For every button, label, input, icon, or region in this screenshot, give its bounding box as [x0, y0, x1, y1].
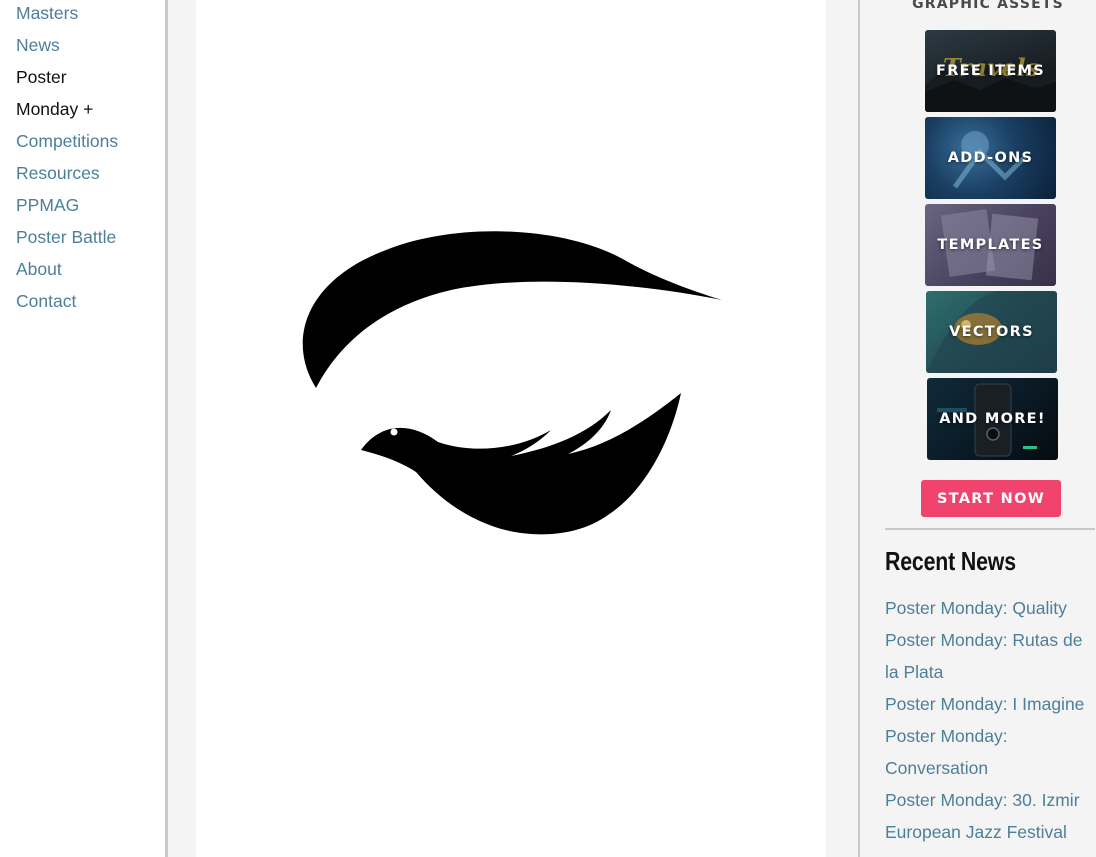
news-item[interactable]: Poster Monday: Quality — [885, 592, 1095, 624]
nav-link-ppmag[interactable]: PPMAG — [16, 195, 79, 215]
nav-link-poster[interactable]: Poster — [16, 67, 67, 87]
and-more-label: AND MORE! — [939, 411, 1046, 427]
nav-item-news[interactable]: News — [16, 29, 118, 61]
nav-link-competitions[interactable]: Competitions — [16, 131, 118, 151]
free-items-label: FREE ITEMS — [936, 63, 1045, 79]
nav-item-contact[interactable]: Contact — [16, 285, 118, 317]
vectors-label: VECTORS — [949, 324, 1034, 340]
nav-item-poster[interactable]: Poster — [16, 61, 118, 93]
poster-artwork — [302, 231, 722, 535]
recent-news-heading: Recent News — [885, 546, 1016, 576]
news-link[interactable]: Poster Monday: 30. Izmir European Jazz F… — [885, 790, 1080, 842]
add-ons-label: ADD-ONS — [947, 150, 1034, 166]
start-now-button[interactable]: START NOW — [921, 480, 1061, 517]
add-ons-banner[interactable]: ADD-ONS — [925, 117, 1056, 199]
news-item[interactable]: Poster Monday: Conversation — [885, 720, 1095, 784]
templates-banner[interactable]: TEMPLATES — [925, 204, 1056, 286]
free-items-banner[interactable]: Travels FREE ITEMS — [925, 30, 1056, 112]
news-link[interactable]: Poster Monday: I Imagine — [885, 694, 1084, 714]
nav-link-about[interactable]: About — [16, 259, 62, 279]
recent-news-list: Poster Monday: Quality Poster Monday: Ru… — [885, 592, 1095, 848]
left-nav-divider — [165, 0, 168, 857]
main-content — [196, 0, 826, 857]
nav-link-contact[interactable]: Contact — [16, 291, 76, 311]
news-link[interactable]: Poster Monday: Rutas de la Plata — [885, 630, 1082, 682]
nav-link-news[interactable]: News — [16, 35, 60, 55]
news-item[interactable]: Poster Monday: Rutas de la Plata — [885, 624, 1095, 688]
nav-item-ppmag[interactable]: PPMAG — [16, 189, 118, 221]
nav-item-resources[interactable]: Resources — [16, 157, 118, 189]
right-sidebar: GRAPHIC ASSETS Travels FREE ITEMS ADD-ON… — [858, 0, 1096, 857]
eyebrow-shape — [302, 231, 722, 388]
news-link[interactable]: Poster Monday: Conversation — [885, 726, 1008, 778]
nav-link-masters[interactable]: Masters — [16, 3, 78, 23]
vectors-banner[interactable]: VECTORS — [926, 291, 1057, 373]
bird-eye-shape — [361, 393, 681, 535]
sidebar-divider — [885, 528, 1095, 530]
bird-eye-dot — [390, 428, 398, 436]
news-item[interactable]: Poster Monday: I Imagine — [885, 688, 1095, 720]
templates-label: TEMPLATES — [937, 237, 1044, 253]
nav-list: Masters News Poster Monday + Competition… — [16, 0, 118, 317]
nav-item-about[interactable]: About — [16, 253, 118, 285]
nav-item-masters[interactable]: Masters — [16, 0, 118, 29]
news-link[interactable]: Poster Monday: Quality — [885, 598, 1067, 618]
nav-item-competitions[interactable]: Competitions — [16, 125, 118, 157]
nav-item-monday[interactable]: Monday + — [16, 93, 118, 125]
graphic-assets-title: GRAPHIC ASSETS — [912, 0, 1064, 12]
nav-link-monday[interactable]: Monday + — [16, 99, 93, 119]
nav-item-poster-battle[interactable]: Poster Battle — [16, 221, 118, 253]
nav-link-poster-battle[interactable]: Poster Battle — [16, 227, 116, 247]
left-navigation: Masters News Poster Monday + Competition… — [0, 0, 166, 857]
nav-link-resources[interactable]: Resources — [16, 163, 100, 183]
news-item[interactable]: Poster Monday: 30. Izmir European Jazz F… — [885, 784, 1095, 848]
and-more-banner[interactable]: AND MORE! — [927, 378, 1058, 460]
